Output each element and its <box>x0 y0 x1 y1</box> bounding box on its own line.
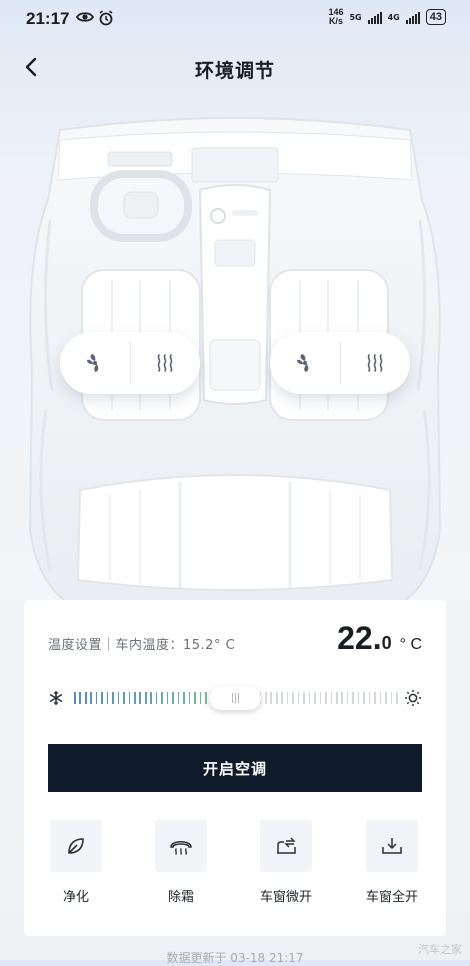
window-open-icon <box>382 838 402 854</box>
left-seat-ventilation-button[interactable] <box>60 332 130 394</box>
slider-tick <box>204 692 207 704</box>
slider-tick <box>308 692 311 704</box>
slider-tick <box>144 692 147 704</box>
slider-tick <box>128 692 131 704</box>
nav-header: 环境调节 <box>0 44 470 88</box>
slider-tick <box>270 692 273 704</box>
status-time: 21:17 <box>26 9 70 28</box>
purify-label: 净化 <box>62 890 89 905</box>
slider-tick <box>112 692 114 704</box>
fan-icon <box>86 354 99 372</box>
slider-tick <box>325 692 327 704</box>
temperature-decimal: 0 <box>381 633 392 653</box>
slider-tick <box>346 692 349 704</box>
right-seat-controls <box>270 332 410 394</box>
slider-tick <box>319 692 322 704</box>
climate-panel: 温度设置｜车内温度：15.2° C 22. 0 ° C 开启空调 净化 除霜 车… <box>24 600 446 936</box>
window-open-button[interactable]: 车窗全开 <box>364 820 420 905</box>
slider-tick <box>303 692 305 704</box>
temperature-slider[interactable] <box>48 686 422 710</box>
slider-tick <box>161 692 163 704</box>
slider-tick <box>150 692 152 704</box>
slider-tick <box>139 692 142 704</box>
slider-tick <box>286 692 289 704</box>
slider-thumb[interactable] <box>209 686 261 710</box>
right-seat-heating-button[interactable] <box>341 332 411 394</box>
slider-tick <box>117 692 120 704</box>
seat-heat-icon <box>367 354 383 372</box>
slider-tick <box>292 692 294 704</box>
signal-icon-2 <box>405 11 420 24</box>
eye-icon <box>76 12 94 22</box>
temperature-integer: 22. <box>337 620 382 656</box>
window-vent-icon <box>277 837 296 854</box>
net-speed: 146 K/s <box>328 7 344 26</box>
slider-tick <box>297 692 300 704</box>
function-grid: 净化 除霜 车窗微开 车窗全开 <box>48 820 422 910</box>
snowflake-icon <box>49 691 63 705</box>
car-top-view <box>20 110 450 620</box>
slider-tick <box>281 692 283 704</box>
sim2-type: 4G <box>387 12 400 22</box>
slider-tick <box>155 692 158 704</box>
defrost-button[interactable]: 除霜 <box>153 820 209 905</box>
slider-tick <box>123 692 125 704</box>
slider-tick <box>90 692 92 704</box>
slider-tick <box>363 692 365 704</box>
slider-tick <box>357 692 360 704</box>
target-temperature: 22. 0 ° C <box>337 620 422 657</box>
slider-tick <box>390 692 393 704</box>
slider-tick <box>134 692 136 704</box>
slider-tick <box>374 692 376 704</box>
slider-tick <box>352 692 354 704</box>
right-seat-ventilation-button[interactable] <box>270 332 340 394</box>
slider-tick <box>265 692 267 704</box>
seat-heat-icon <box>157 354 173 372</box>
slider-tick <box>385 692 387 704</box>
update-timestamp: 数据更新于 03-18 21:17 <box>166 951 304 965</box>
slider-tick <box>166 692 169 704</box>
slider-tick <box>172 692 174 704</box>
purify-button[interactable]: 净化 <box>48 820 104 905</box>
signal-icon <box>367 11 382 24</box>
watermark: 汽车之家 <box>418 943 462 956</box>
window-vent-label: 车窗微开 <box>259 890 312 905</box>
slider-tick <box>330 692 333 704</box>
sun-icon <box>405 690 421 706</box>
slider-tick <box>84 692 87 704</box>
slider-tick <box>101 692 103 704</box>
slider-tick <box>188 692 191 704</box>
slider-tick <box>199 692 202 704</box>
defrost-label: 除霜 <box>167 890 194 905</box>
leaf-icon <box>68 838 84 854</box>
slider-tick <box>194 692 196 704</box>
window-open-label: 车窗全开 <box>365 890 418 905</box>
slider-tick <box>314 692 316 704</box>
turn-on-ac-button[interactable]: 开启空调 <box>48 744 422 792</box>
slider-tick <box>341 692 344 704</box>
slider-tick <box>177 692 180 704</box>
slider-tick <box>379 692 382 704</box>
page-title: 环境调节 <box>194 60 275 82</box>
battery-indicator: 43 <box>425 9 446 25</box>
slider-tick <box>74 692 76 704</box>
slider-tick <box>368 692 371 704</box>
temperature-unit: ° C <box>399 636 422 653</box>
alarm-icon <box>99 10 113 26</box>
left-seat-controls <box>60 332 200 394</box>
status-bar: 21:17 146 K/s 5G 4G 43 <box>0 0 470 36</box>
defrost-icon <box>170 841 192 855</box>
slider-tick <box>79 692 82 704</box>
slider-tick <box>106 692 109 704</box>
slider-tick <box>335 692 338 704</box>
fan-icon <box>296 354 309 372</box>
slider-tick <box>95 692 98 704</box>
window-vent-button[interactable]: 车窗微开 <box>258 820 314 905</box>
slider-tick <box>275 692 278 704</box>
sim1-type: 5G <box>349 12 362 22</box>
slider-tick <box>396 692 398 704</box>
temperature-label: 温度设置｜车内温度：15.2° C <box>48 638 236 653</box>
slider-tick <box>183 692 185 704</box>
left-seat-heating-button[interactable] <box>131 332 201 394</box>
